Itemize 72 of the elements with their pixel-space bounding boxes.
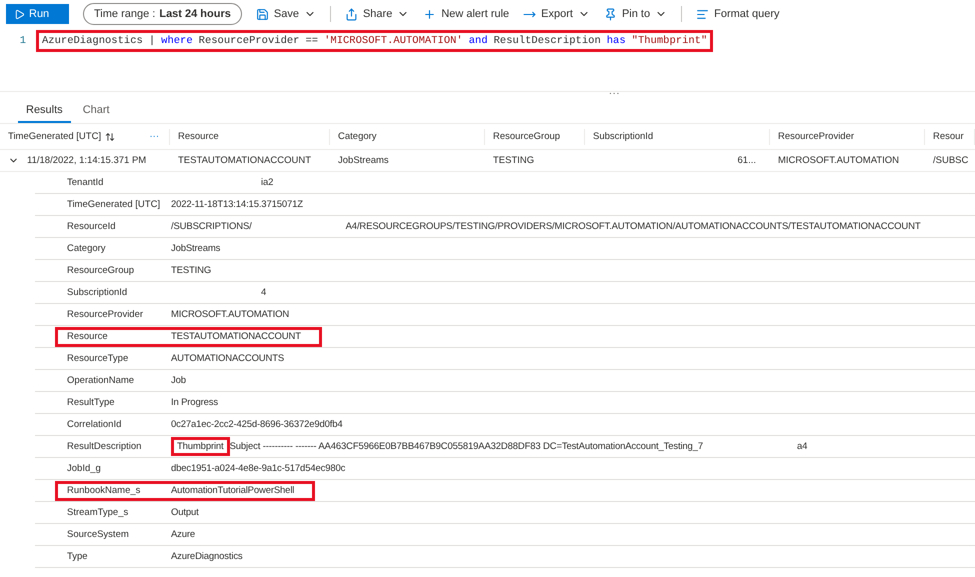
field-value: Output xyxy=(171,507,199,518)
time-range-button[interactable]: Time range : Last 24 hours xyxy=(83,3,242,25)
table-cell: TESTING xyxy=(493,155,534,166)
column-header[interactable]: SubscriptionId xyxy=(593,131,654,142)
field-value: 0c27a1ec-2cc2-425d-8696-36372e9d0fb4 xyxy=(171,419,343,430)
table-cell: 61... xyxy=(738,155,756,166)
field-name: RunbookName_s xyxy=(67,485,140,496)
pin-icon xyxy=(604,8,617,20)
field-name: TimeGenerated [UTC] xyxy=(67,199,160,210)
field-value: TESTAUTOMATIONACCOUNT xyxy=(171,331,301,342)
field-name: CorrelationId xyxy=(67,419,122,430)
field-value: TESTING xyxy=(171,265,212,276)
field-value: A4/RESOURCEGROUPS/TESTING/PROVIDERS/MICROSOFT.AUTOMATION/AUTOMATIONACCOUNTS/TESTAUTOMATIONACCOUNT xyxy=(346,221,920,232)
pin-button[interactable]: Pin to xyxy=(604,8,668,20)
column-menu[interactable]: ··· xyxy=(150,131,159,142)
field-name: Category xyxy=(67,243,106,254)
field-value: Thumbprint xyxy=(171,437,230,456)
table-cell: 11/18/2022, 1:14:15.371 PM xyxy=(27,155,146,166)
field-value: Azure xyxy=(171,529,196,540)
field-value: dbec1951-a024-4e8e-9a1c-517d54ec980c xyxy=(171,463,346,474)
field-name: ResourceId xyxy=(67,221,116,232)
column-header[interactable]: Resour xyxy=(933,131,964,142)
share-icon xyxy=(344,8,358,20)
save-button[interactable]: Save xyxy=(256,8,316,20)
field-value: 2022-11-18T13:14:15.3715071Z xyxy=(171,199,303,210)
table-cell: TESTAUTOMATIONACCOUNT xyxy=(178,155,311,166)
field-name: ResultDescription xyxy=(67,441,142,452)
field-name: ResourceType xyxy=(67,353,128,364)
field-value: a4 xyxy=(796,441,808,452)
export-button[interactable]: Export xyxy=(523,8,590,20)
field-value: Job xyxy=(171,375,186,386)
field-name: OperationName xyxy=(67,375,134,386)
field-value: MICROSOFT.AUTOMATION xyxy=(171,309,290,320)
field-name: Resource xyxy=(67,331,108,342)
play-icon xyxy=(14,8,25,20)
save-icon xyxy=(256,8,269,20)
field-name: Type xyxy=(67,551,88,562)
field-name: ResourceGroup xyxy=(67,265,134,276)
field-value: Subject ---------- ------- AA463CF5966E0B7BB467B9C055819AA32D88DF83 DC=TestAutomationAccount_Testing_7 xyxy=(230,441,703,452)
results-tab[interactable]: Chart xyxy=(74,102,118,123)
field-value: AUTOMATIONACCOUNTS xyxy=(171,353,284,364)
field-value: AutomationTutorialPowerShell xyxy=(171,485,294,496)
sort-icon[interactable] xyxy=(105,132,116,142)
column-header[interactable]: ResourceProvider xyxy=(778,131,854,142)
field-name: StreamType_s xyxy=(67,507,128,518)
alert-button[interactable]: New alert rule xyxy=(423,8,510,20)
column-header[interactable]: ResourceGroup xyxy=(493,131,560,142)
field-name: SubscriptionId xyxy=(67,287,128,298)
field-value: In Progress xyxy=(171,397,218,408)
field-name: ResourceProvider xyxy=(67,309,144,320)
splitter-handle[interactable]: ... xyxy=(609,86,620,97)
query-code[interactable]: AzureDiagnostics | where ResourceProvider == 'MICROSOFT.AUTOMATION' and ResultDescription has "Thumbprint" xyxy=(36,30,714,52)
field-value: JobStreams xyxy=(171,243,220,254)
field-name: ResultType xyxy=(67,397,115,408)
table-cell: MICROSOFT.AUTOMATION xyxy=(778,155,900,166)
line-number: 1 xyxy=(18,35,26,47)
format-button[interactable]: Format query xyxy=(696,8,780,20)
column-header[interactable]: TimeGenerated [UTC] xyxy=(8,131,102,142)
results-tab[interactable]: Results xyxy=(18,102,71,123)
share-button[interactable]: Share xyxy=(344,8,410,20)
field-value: 4 xyxy=(261,287,266,298)
table-cell: /SUBSC xyxy=(933,155,968,166)
table-cell: JobStreams xyxy=(338,155,389,166)
field-value: /SUBSCRIPTIONS/ xyxy=(171,221,252,232)
column-header[interactable]: Resource xyxy=(178,131,219,142)
field-name: JobId_g xyxy=(67,463,101,474)
field-name: TenantId xyxy=(67,177,104,188)
column-header[interactable]: Category xyxy=(338,131,377,142)
field-name: SourceSystem xyxy=(67,529,129,540)
field-value: ia2 xyxy=(261,177,274,188)
run-button[interactable]: Run xyxy=(6,4,69,24)
field-value: AzureDiagnostics xyxy=(171,551,243,562)
